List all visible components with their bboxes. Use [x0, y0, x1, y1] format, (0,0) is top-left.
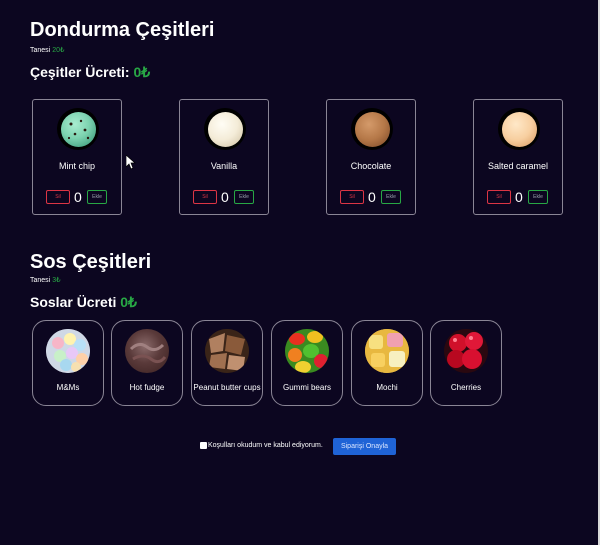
- sauce-card-peanut-butter-cups[interactable]: Peanut butter cups: [191, 320, 263, 406]
- terms-label: Koşulları okudum ve kabul ediyorum.: [208, 442, 323, 449]
- remove-button[interactable]: Sil: [46, 190, 70, 204]
- sauce-card-mms[interactable]: M&Ms: [32, 320, 104, 406]
- mochi-image: [365, 329, 409, 373]
- ice-cream-unit-label: Tanesi: [30, 47, 53, 54]
- salted-caramel-image: [502, 112, 537, 147]
- sauce-unit-label: Tanesi: [30, 277, 53, 284]
- page: Dondurma Çeşitleri Tanesi 20₺ Çeşitler Ü…: [0, 0, 600, 545]
- ice-cream-label: Salted caramel: [487, 161, 549, 171]
- sauce-label: Mochi: [376, 383, 398, 392]
- sauce-card-cherries[interactable]: Cherries: [430, 320, 502, 406]
- remove-button[interactable]: Sil: [193, 190, 217, 204]
- sauce-label: M&Ms: [56, 383, 80, 392]
- sauce-total: Soslar Ücreti 0₺: [30, 293, 137, 311]
- sauce-label: Cherries: [450, 383, 482, 392]
- sauce-total-value: 0₺: [120, 294, 137, 310]
- vanilla-image: [208, 112, 243, 147]
- quantity-controls: Sil 0 Ekle: [46, 189, 126, 207]
- hot-fudge-image: [125, 329, 169, 373]
- sauce-unit-value: 3₺: [52, 277, 61, 284]
- quantity-value: 0: [74, 189, 82, 205]
- mms-image: [46, 329, 90, 373]
- cherries-image: [444, 329, 488, 373]
- quantity-value: 0: [368, 189, 376, 205]
- quantity-value: 0: [515, 189, 523, 205]
- mint-chip-image: [61, 112, 96, 147]
- ice-cream-total-label: Çeşitler Ücreti:: [30, 64, 134, 80]
- sauce-label: Peanut butter cups: [193, 383, 261, 392]
- sauce-label: Hot fudge: [129, 383, 165, 392]
- ice-cream-label: Vanilla: [210, 161, 238, 171]
- remove-button[interactable]: Sil: [340, 190, 364, 204]
- add-button[interactable]: Ekle: [381, 190, 401, 204]
- sauce-card-hot-fudge[interactable]: Hot fudge: [111, 320, 183, 406]
- remove-button[interactable]: Sil: [487, 190, 511, 204]
- chocolate-image: [355, 112, 390, 147]
- mouse-cursor-icon: [126, 155, 136, 170]
- ice-cream-card-chocolate: Chocolate Sil 0 Ekle: [326, 99, 416, 215]
- ice-cream-label: Chocolate: [350, 161, 392, 171]
- ice-cream-card-vanilla: Vanilla Sil 0 Ekle: [179, 99, 269, 215]
- quantity-value: 0: [221, 189, 229, 205]
- ice-cream-total-value: 0₺: [133, 64, 151, 80]
- peanut-butter-cups-image: [205, 329, 249, 373]
- sauce-total-label: Soslar Ücreti: [30, 294, 121, 310]
- ice-cream-card-salted-caramel: Salted caramel Sil 0 Ekle: [473, 99, 563, 215]
- quantity-controls: Sil 0 Ekle: [193, 189, 273, 207]
- add-button[interactable]: Ekle: [528, 190, 548, 204]
- ice-cream-unit-price: Tanesi 20₺: [30, 46, 64, 55]
- sauce-card-mochi[interactable]: Mochi: [351, 320, 423, 406]
- add-button[interactable]: Ekle: [234, 190, 254, 204]
- sauce-section-title: Sos Çeşitleri: [30, 251, 152, 273]
- gummi-bears-image: [285, 329, 329, 373]
- ice-cream-card-mint-chip: Mint chip Sil 0 Ekle: [32, 99, 122, 215]
- sauce-label: Gummi bears: [282, 383, 331, 392]
- sauce-unit-price: Tanesi 3₺: [30, 276, 61, 285]
- confirm-order-button[interactable]: Siparişi Onayla: [333, 438, 396, 455]
- ice-cream-total: Çeşitler Ücreti: 0₺: [30, 63, 150, 81]
- ice-cream-section-title: Dondurma Çeşitleri: [30, 19, 215, 41]
- sauce-card-gummi-bears[interactable]: Gummi bears: [271, 320, 343, 406]
- quantity-controls: Sil 0 Ekle: [487, 189, 567, 207]
- quantity-controls: Sil 0 Ekle: [340, 189, 420, 207]
- ice-cream-unit-value: 20₺: [52, 47, 65, 54]
- terms-checkbox[interactable]: [200, 442, 207, 449]
- add-button[interactable]: Ekle: [87, 190, 107, 204]
- ice-cream-label: Mint chip: [58, 161, 95, 171]
